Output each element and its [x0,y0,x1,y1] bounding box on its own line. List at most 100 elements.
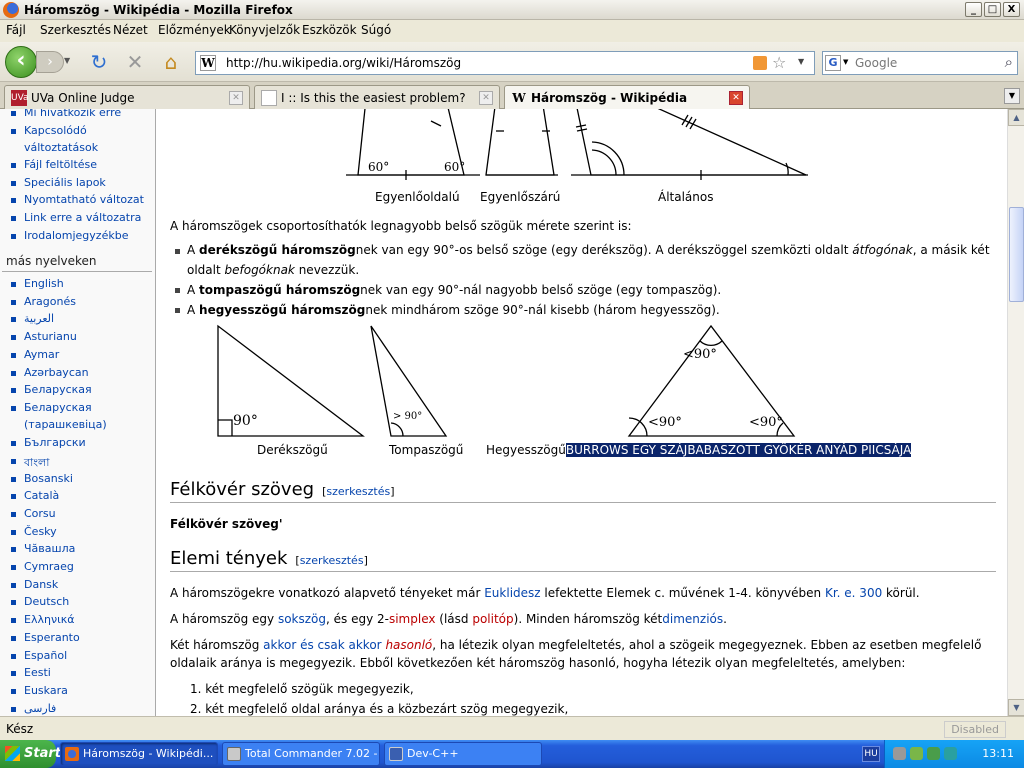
link-dimenzios[interactable]: dimenziós [662,612,723,626]
search-input[interactable]: Google [855,56,897,70]
url-bar[interactable]: W http://hu.wikipedia.org/wiki/Háromszög… [195,51,815,75]
sidebar-item-permalink[interactable]: Link erre a változatra [24,211,141,224]
menu-edit[interactable]: Szerkesztés [40,23,111,37]
rss-feed-icon[interactable] [753,56,767,70]
lang-english[interactable]: English [24,277,64,290]
lang-asturianu[interactable]: Asturianu [24,330,77,343]
lang-esperanto[interactable]: Esperanto [24,631,80,644]
lang-azerbaycan[interactable]: Azərbaycan [24,366,89,379]
search-box[interactable]: G ▼ Google ⌕ [822,51,1018,75]
paragraph-similarity-line2: oldalaik aránya is megegyezik. Ebből köv… [170,656,906,670]
network-tray-icon[interactable] [910,747,923,760]
scroll-up-icon[interactable]: ▲ [1008,109,1024,126]
lang-greek[interactable]: Ελληνικά [24,613,75,626]
task-dev-cpp[interactable]: Dev-C++ [384,742,542,766]
forward-button[interactable]: › [36,51,64,73]
reload-icon[interactable]: ↻ [88,51,110,73]
sidebar-item-what-links-here[interactable]: Mi hivatkozik erre [24,109,121,119]
sidebar-item-printable[interactable]: Nyomtatható változat [24,193,144,206]
lang-eesti[interactable]: Eesti [24,666,51,679]
minimize-button[interactable]: _ [965,2,982,17]
lang-dansk[interactable]: Dansk [24,578,58,591]
vertical-scrollbar[interactable]: ▲ ▼ [1007,109,1024,716]
lang-bengali[interactable]: বাংলা [24,454,49,473]
list-item: 2. két megfelelő oldal aránya és a közbe… [190,702,569,716]
menu-bookmarks[interactable]: Könyvjelzők [229,23,300,37]
link-sokszog[interactable]: sokszög [278,612,326,626]
app-tray-icon[interactable] [944,747,957,760]
task-firefox[interactable]: Háromszög - Wikipédi... [60,742,218,766]
link-simplex[interactable]: simplex [389,612,436,626]
sidebar-item-related-changes[interactable]: Kapcsolódó [24,124,87,137]
selected-text[interactable]: BURROWS EGY SZÁJBABASZOTT GYÖKÉR ANYÁD P… [565,443,912,457]
menu-tools[interactable]: Eszközök [302,23,357,37]
close-tab-icon[interactable]: ✕ [729,91,743,105]
link-politop[interactable]: politóp [472,612,513,626]
edit-section-link[interactable]: szerkesztés [300,554,364,567]
google-icon[interactable]: G [825,55,841,71]
menu-view[interactable]: Nézet [113,23,148,37]
close-button[interactable]: X [1003,2,1020,17]
caption-general: Általános [658,190,714,204]
dev-cpp-icon [389,747,403,761]
lang-espanol[interactable]: Español [24,649,67,662]
lang-cymraeg[interactable]: Cymraeg [24,560,74,573]
languages-heading: más nyelveken [6,254,97,268]
security-tray-icon[interactable] [927,747,940,760]
search-engine-dropdown-icon[interactable]: ▼ [843,58,848,66]
menu-file[interactable]: Fájl [6,23,26,37]
page-icon [261,90,277,106]
link-euklidesz[interactable]: Euklidesz [484,586,540,600]
home-icon[interactable]: ⌂ [160,51,182,73]
lang-farsi[interactable]: فارسی [24,702,56,715]
lang-aragones[interactable]: Aragonés [24,295,76,308]
back-button[interactable]: ‹ [5,46,37,78]
menu-history[interactable]: Előzmények [158,23,231,37]
edit-section-link[interactable]: szerkesztés [326,485,390,498]
lang-chuvash[interactable]: Чӑвашла [24,542,75,555]
close-tab-icon[interactable]: ✕ [229,91,243,105]
lang-cesky[interactable]: Česky [24,525,57,538]
sidebar-item-related-changes-2[interactable]: változtatások [24,141,98,154]
start-button[interactable]: Start [0,740,61,768]
bookmark-star-icon[interactable]: ☆ [772,53,786,72]
lang-corsu[interactable]: Corsu [24,507,56,520]
lang-euskara[interactable]: Euskara [24,684,68,697]
lang-catala[interactable]: Català [24,489,59,502]
language-indicator[interactable]: HU [862,746,880,762]
lang-arabic[interactable]: العربية [24,312,54,325]
lang-belarusian[interactable]: Беларуская [24,383,92,396]
link-akkor-es-csak-akkor[interactable]: akkor és csak akkor [263,638,381,652]
lang-bosanski[interactable]: Bosanski [24,472,73,485]
url-dropdown-icon[interactable]: ▼ [798,57,804,66]
maximize-button[interactable]: □ [984,2,1001,17]
lang-aymar[interactable]: Aymar [24,348,59,361]
url-text[interactable]: http://hu.wikipedia.org/wiki/Háromszög [226,56,461,70]
triangle-classification-by-sides-figure: 60° 60° [346,109,808,180]
task-total-commander[interactable]: Total Commander 7.02 - ... [222,742,380,766]
status-disabled-indicator: Disabled [944,721,1006,738]
lang-bulgarian[interactable]: Български [24,436,86,449]
lang-belarusian-tarask-2[interactable]: (тарашкевіца) [24,418,107,431]
stop-icon[interactable]: ✕ [124,51,146,73]
link-kr-e-300[interactable]: Kr. e. 300 [825,586,882,600]
tab-easiest-problem[interactable]: I :: Is this the easiest problem? ✕ [254,85,500,109]
article: 60° 60° Egyenlőoldalú Egyenlőszárú Által… [156,109,1007,716]
users-tray-icon[interactable] [893,747,906,760]
scroll-down-icon[interactable]: ▼ [1008,699,1024,716]
tab-uva[interactable]: UVa UVa Online Judge ✕ [4,85,250,109]
tab-haromszog[interactable]: W Háromszög - Wikipédia ✕ [504,85,750,110]
paragraph-euclid: A háromszögekre vonatkozó alapvető ténye… [170,586,920,600]
search-icon[interactable]: ⌕ [1005,53,1013,71]
sidebar-item-special-pages[interactable]: Speciális lapok [24,176,106,189]
lang-deutsch[interactable]: Deutsch [24,595,69,608]
link-hasonlo[interactable]: hasonló [385,638,432,652]
close-tab-icon[interactable]: ✕ [479,91,493,105]
menu-help[interactable]: Súgó [361,23,391,37]
scrollbar-thumb[interactable] [1009,207,1024,302]
sidebar-item-upload-file[interactable]: Fájl feltöltése [24,158,97,171]
tab-list-icon[interactable]: ▼ [1004,88,1020,104]
sidebar-item-cite[interactable]: Irodalomjegyzékbe [24,229,128,242]
history-dropdown-icon[interactable]: ▼ [64,56,70,65]
lang-belarusian-tarask[interactable]: Беларуская [24,401,92,414]
